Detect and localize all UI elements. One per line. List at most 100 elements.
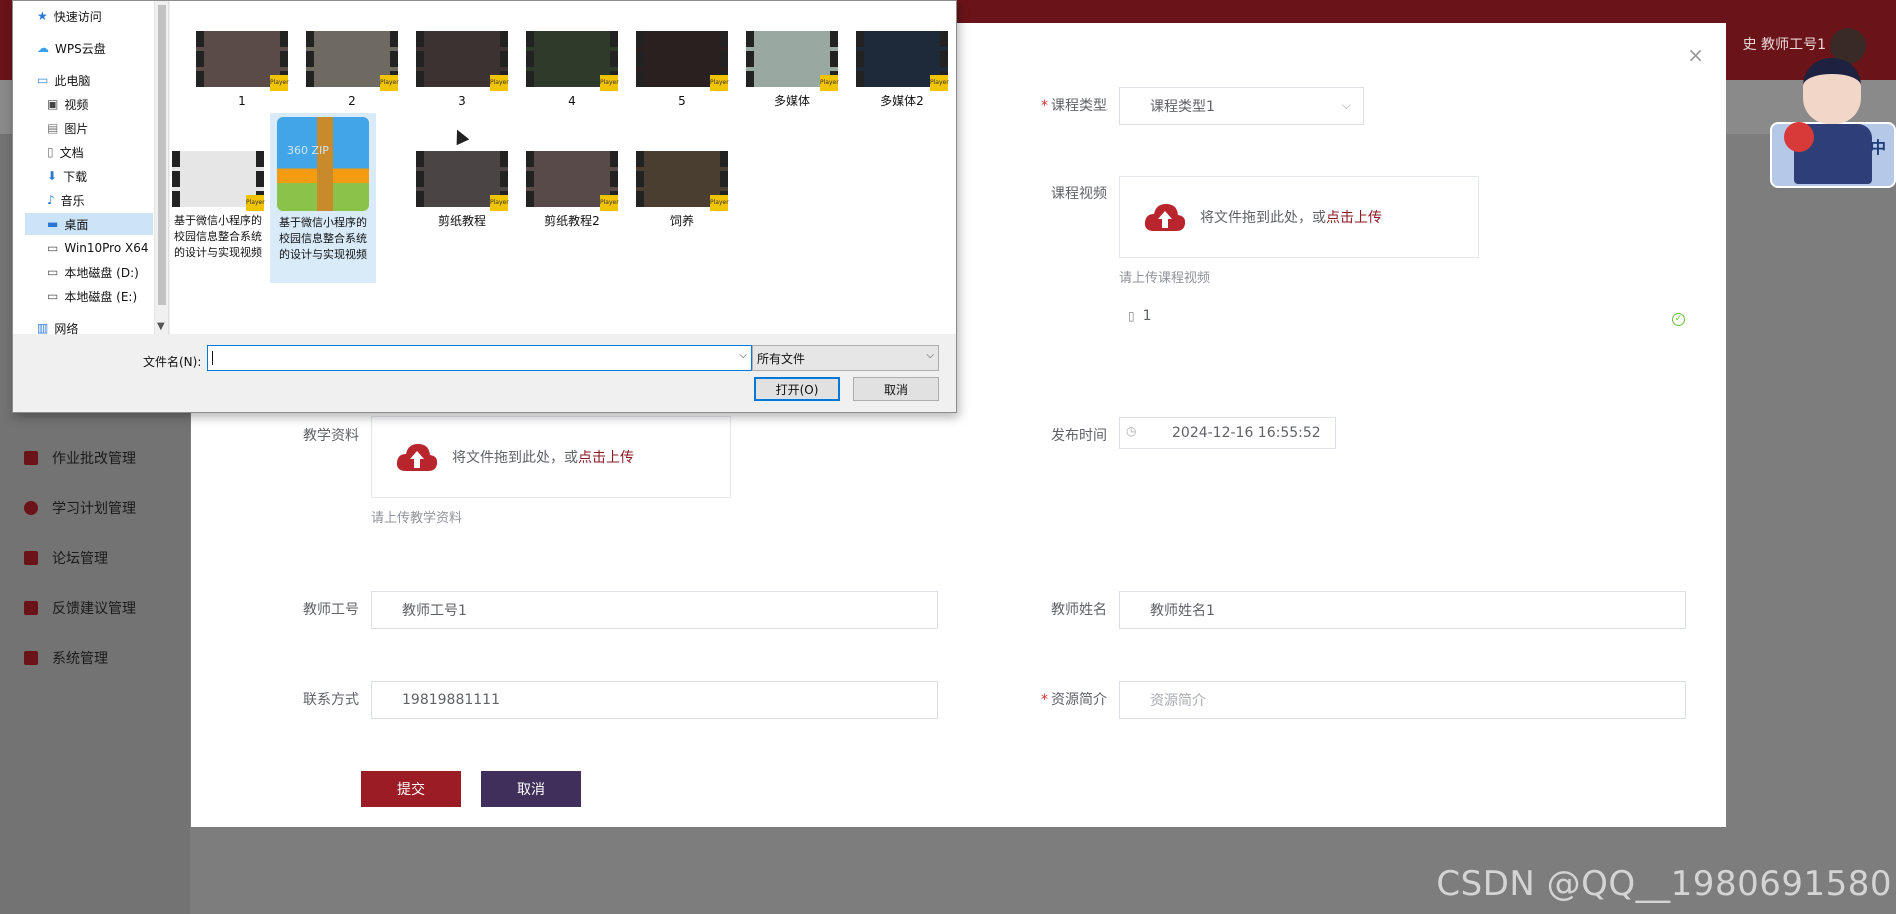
nav-label: 桌面 (64, 217, 89, 232)
nav-item-quick-access[interactable]: ★ 快速访问 (37, 5, 102, 27)
upload-instruction: 将文件拖到此处，或 (1200, 210, 1326, 226)
scroll-down-arrow-icon[interactable]: ▼ (157, 321, 165, 332)
nav-label: 文档 (59, 145, 84, 160)
watermark: CSDN @QQ__1980691580 (1436, 864, 1892, 904)
upload-cloud-icon (1144, 201, 1186, 233)
click-upload-link[interactable]: 点击上传 (1326, 210, 1382, 226)
file-name: 4 (568, 94, 576, 108)
course-video-label: 课程视频 (1051, 186, 1107, 202)
teacher-id-field[interactable]: 教师工号1 (371, 591, 938, 629)
nav-label: 此电脑 (54, 73, 91, 88)
sidebar-item-system[interactable]: 系统管理 (24, 646, 108, 670)
drive-icon: ▭ (47, 289, 59, 303)
document-folder-icon: ▯ (47, 145, 54, 159)
nav-item-drive-c[interactable]: ▭ Win10Pro X64 (47, 237, 149, 259)
click-upload-link[interactable]: 点击上传 (578, 450, 634, 466)
nav-item-drive-e[interactable]: ▭ 本地磁盘 (E:) (47, 285, 137, 307)
video-thumbnail-icon: Player (306, 31, 399, 91)
uploaded-file-item[interactable]: ▯ 1 (1128, 308, 1152, 324)
video-thumbnail-icon: Player (172, 151, 265, 211)
file-name: 2 (348, 94, 356, 108)
file-item[interactable]: Player 1 (192, 27, 292, 109)
filetype-select[interactable]: 所有文件 ⌵ (752, 345, 939, 371)
nav-item-pictures[interactable]: ▤ 图片 (47, 117, 88, 139)
submit-button[interactable]: 提交 (361, 771, 461, 807)
file-item[interactable]: Player 多媒体2 (852, 27, 952, 109)
cancel-button[interactable]: 取消 (481, 771, 581, 807)
close-icon[interactable]: × (1687, 43, 1704, 67)
grid-icon (24, 601, 38, 615)
resource-intro-field[interactable]: 资源简介 (1119, 681, 1686, 719)
sidebar-item-study-plan[interactable]: 学习计划管理 (24, 496, 136, 520)
cloud-icon: ☁ (37, 41, 49, 55)
document-icon: ▯ (1128, 309, 1135, 323)
dialog-cancel-button[interactable]: 取消 (853, 377, 939, 401)
course-type-label: * 课程类型 (1041, 98, 1107, 114)
open-button[interactable]: 打开(O) (754, 377, 840, 401)
sidebar-item-feedback[interactable]: 反馈建议管理 (24, 596, 136, 620)
course-type-value: 课程类型1 (1150, 99, 1215, 115)
file-item[interactable]: Player 剪纸教程2 (522, 147, 622, 229)
course-video-upload-area[interactable]: 将文件拖到此处，或点击上传 (1119, 176, 1479, 258)
file-item[interactable]: Player 多媒体 (742, 27, 842, 109)
sidebar-item-forum[interactable]: 论坛管理 (24, 546, 108, 570)
file-item[interactable]: Player 基于微信小程序的校园信息整合系统的设计与实现视频 (170, 147, 266, 261)
player-badge: Player (710, 75, 729, 91)
file-item[interactable]: Player 饲养 (632, 147, 732, 229)
nav-item-downloads[interactable]: ⬇ 下载 (47, 165, 87, 187)
nav-item-this-pc[interactable]: ▭ 此电脑 (37, 69, 90, 91)
file-item[interactable]: Player 剪纸教程 (412, 147, 512, 229)
sidebar-item-homework-grading[interactable]: 作业批改管理 (24, 446, 136, 470)
desktop-icon: ▬ (47, 217, 59, 231)
file-name: 多媒体 (773, 94, 810, 108)
teacher-name-value: 教师姓名1 (1150, 603, 1215, 619)
video-folder-icon: ▣ (47, 97, 59, 111)
nav-label: WPS云盘 (55, 41, 106, 56)
files-pane: Player 1 Player 2 Player 3 Player 4 Player 5 … (170, 1, 956, 334)
nav-item-wps-cloud[interactable]: ☁ WPS云盘 (37, 37, 106, 59)
player-badge: Player (600, 75, 619, 91)
circle-icon (24, 501, 38, 515)
teacher-name-label: 教师姓名 (1051, 602, 1107, 618)
nav-item-desktop[interactable]: ▬ 桌面 (25, 213, 153, 235)
nav-scrollbar[interactable]: ▼ (154, 1, 168, 334)
file-item-selected[interactable]: 360 ZIP 基于微信小程序的校园信息整合系统的设计与实现视频 (270, 113, 376, 283)
chevron-down-icon[interactable]: ⌵ (739, 350, 747, 361)
contact-field[interactable]: 19819881111 (371, 681, 938, 719)
navigation-pane: ★ 快速访问 ☁ WPS云盘 ▭ 此电脑 ▣ 视频 ▤ 图片 ▯ 文档 ⬇ 下载 ♪ 音乐 ▬ 桌… (13, 1, 169, 336)
file-item[interactable]: Player 4 (522, 27, 622, 109)
course-video-hint: 请上传课程视频 (1119, 271, 1211, 286)
nav-label: 网络 (54, 321, 79, 336)
contact-label: 联系方式 (303, 692, 359, 708)
file-name: 剪纸教程2 (544, 214, 600, 228)
teaching-material-hint: 请上传教学资料 (371, 511, 463, 526)
sidebar-item-label: 反馈建议管理 (52, 601, 136, 617)
nav-label: 本地磁盘 (E:) (64, 289, 138, 304)
grid-icon (24, 451, 38, 465)
file-item[interactable]: Player 5 (632, 27, 732, 109)
teacher-name-field[interactable]: 教师姓名1 (1119, 591, 1686, 629)
filename-input[interactable]: ⌵ (207, 345, 752, 371)
network-icon: ▥ (37, 321, 49, 335)
nav-item-documents[interactable]: ▯ 文档 (47, 141, 84, 163)
video-thumbnail-icon: Player (746, 31, 839, 91)
nav-item-drive-d[interactable]: ▭ 本地磁盘 (D:) (47, 261, 139, 283)
scroll-thumb[interactable] (158, 5, 166, 305)
nav-item-videos[interactable]: ▣ 视频 (47, 93, 88, 115)
teaching-material-upload-area[interactable]: 将文件拖到此处，或点击上传 (371, 416, 731, 498)
file-item[interactable]: Player 3 (412, 27, 512, 109)
nav-item-music[interactable]: ♪ 音乐 (47, 189, 85, 211)
star-icon: ★ (37, 9, 48, 23)
nav-label: 视频 (64, 97, 89, 112)
chevron-down-icon: ⌵ (1341, 98, 1351, 112)
chevron-down-icon: ⌵ (926, 350, 934, 361)
mascot-widget[interactable]: 中 (1770, 40, 1896, 190)
nav-label: 音乐 (60, 193, 85, 208)
file-item[interactable]: Player 2 (302, 27, 402, 109)
publish-time-picker[interactable]: ◷ 2024-12-16 16:55:52 (1119, 417, 1336, 449)
mascot-label: 中 (1869, 138, 1886, 157)
drive-icon: ▭ (47, 241, 59, 255)
course-type-select[interactable]: 课程类型1 ⌵ (1119, 87, 1364, 125)
video-thumbnail-icon: Player (526, 31, 619, 91)
video-thumbnail-icon: Player (636, 151, 729, 211)
